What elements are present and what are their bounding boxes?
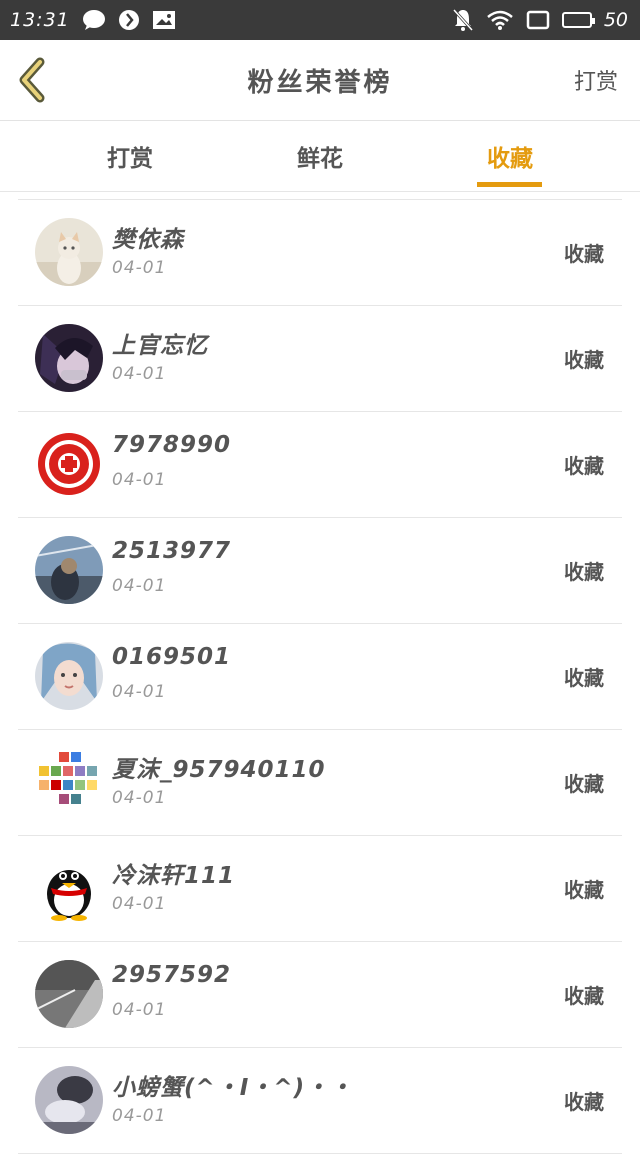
item-date: 04-01 xyxy=(112,364,167,384)
user-name: 0169501 xyxy=(112,644,232,670)
list-item[interactable]: 上官忘忆 04-01 收藏 xyxy=(18,306,622,412)
screen-icon xyxy=(526,10,550,30)
battery-icon xyxy=(561,12,595,28)
app-icon xyxy=(118,9,140,31)
item-action: 收藏 xyxy=(564,984,604,1008)
papercut-avatar xyxy=(35,430,103,498)
status-time: 13:31 xyxy=(10,9,70,31)
item-action: 收藏 xyxy=(564,772,604,796)
item-date: 04-01 xyxy=(112,788,167,808)
list-item[interactable]: 0169501 04-01 收藏 xyxy=(18,624,622,730)
tab-flowers[interactable]: 鲜花 xyxy=(260,121,380,191)
list-item[interactable]: 冷沫轩111 04-01 收藏 xyxy=(18,836,622,942)
status-bar: 13:31 50 xyxy=(0,0,640,40)
list-item[interactable]: 小螃蟹(^・I・^)・・ 04-01 收藏 xyxy=(18,1048,622,1154)
girl-avatar xyxy=(35,642,103,710)
back-button[interactable] xyxy=(14,56,54,104)
road-avatar xyxy=(35,960,103,1028)
item-date: 04-01 xyxy=(112,1106,167,1126)
wifi-icon xyxy=(486,9,514,31)
user-name: 上官忘忆 xyxy=(112,333,208,359)
item-action: 收藏 xyxy=(564,666,604,690)
list-item[interactable]: 7978990 04-01 收藏 xyxy=(18,412,622,518)
list-item[interactable]: 夏沫_957940110 04-01 收藏 xyxy=(18,730,622,836)
reward-button[interactable]: 打赏 xyxy=(574,64,618,96)
status-bar-right: 50 xyxy=(452,8,628,32)
photo-avatar xyxy=(35,536,103,604)
item-action: 收藏 xyxy=(564,560,604,584)
item-date: 04-01 xyxy=(112,682,167,702)
chat-bubble-icon xyxy=(82,9,106,31)
user-name: 2513977 xyxy=(112,538,232,564)
app-header: 粉丝荣誉榜 打赏 xyxy=(0,40,640,121)
chevron-left-icon xyxy=(19,57,45,103)
collage-avatar xyxy=(35,748,103,816)
fan-list: 樊依森 04-01 收藏 上官忘忆 04-01 收藏 7978990 04-01… xyxy=(18,199,622,1154)
user-name: 夏沫_957940110 xyxy=(112,757,326,783)
item-action: 收藏 xyxy=(564,348,604,372)
mute-icon xyxy=(452,8,474,32)
item-date: 04-01 xyxy=(112,470,167,490)
bw-avatar xyxy=(35,1066,103,1134)
status-bar-left: 13:31 xyxy=(10,9,176,31)
list-item[interactable]: 樊依森 04-01 收藏 xyxy=(18,200,622,306)
item-date: 04-01 xyxy=(112,1000,167,1020)
tab-bar: 打赏 鲜花 收藏 xyxy=(0,121,640,192)
cat-avatar xyxy=(35,218,103,286)
item-date: 04-01 xyxy=(112,258,167,278)
image-icon xyxy=(152,10,176,30)
list-item[interactable]: 2957592 04-01 收藏 xyxy=(18,942,622,1048)
tab-favorites[interactable]: 收藏 xyxy=(450,121,570,191)
item-date: 04-01 xyxy=(112,576,167,596)
user-name: 小螃蟹(^・I・^)・・ xyxy=(112,1075,354,1101)
item-action: 收藏 xyxy=(564,878,604,902)
user-name: 2957592 xyxy=(112,962,232,988)
active-tab-indicator xyxy=(477,182,542,187)
battery-percent: 50 xyxy=(603,9,628,31)
item-action: 收藏 xyxy=(564,454,604,478)
item-date: 04-01 xyxy=(112,894,167,914)
user-name: 7978990 xyxy=(112,432,232,458)
penguin-avatar xyxy=(35,854,103,922)
tab-reward[interactable]: 打赏 xyxy=(70,121,190,191)
item-action: 收藏 xyxy=(564,1090,604,1114)
user-name: 樊依森 xyxy=(112,227,184,253)
list-item[interactable]: 2513977 04-01 收藏 xyxy=(18,518,622,624)
page-title: 粉丝荣誉榜 xyxy=(247,67,393,98)
user-name: 冷沫轩111 xyxy=(112,863,236,889)
anime-avatar xyxy=(35,324,103,392)
item-action: 收藏 xyxy=(564,242,604,266)
